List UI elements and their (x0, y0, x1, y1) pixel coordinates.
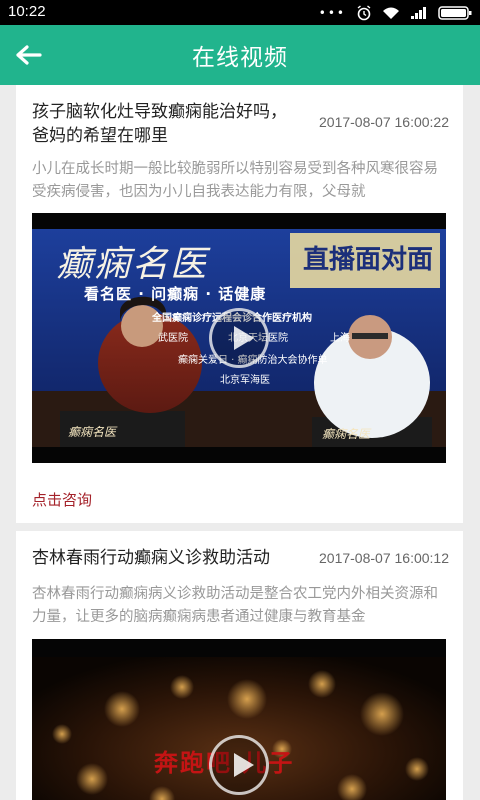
video-player[interactable]: 癫痫名医 直播面对面 看名医 · 问癫痫 · 话健康 全国癫痫诊疗远程会诊合作医… (32, 213, 446, 463)
video-title[interactable]: 杏林春雨行动癫痫义诊救助活动 (32, 546, 302, 570)
video-description: 杏林春雨行动癫痫病义诊救助活动是整合农工党内外相关资源和力量，让更多的脑病癫痫病… (32, 586, 438, 625)
signal-icon (411, 7, 426, 19)
status-bar: 10:22 ••• (0, 0, 480, 25)
video-description: 小儿在成长时期一般比较脆弱所以特别容易受到各种风寒很容易受疾病侵害，也因为小儿自… (32, 161, 438, 200)
thumbnail-badge: 直播面对面 (302, 245, 433, 275)
status-time: 10:22 (8, 3, 46, 20)
play-icon[interactable] (209, 735, 269, 795)
video-feed[interactable]: 孩子脑软化灶导致癫痫能治好吗，爸妈的希望在哪里 2017-08-07 16:00… (0, 85, 480, 800)
app-bar: 在线视频 (0, 25, 480, 85)
desk-sign-right: 癫痫名医 (322, 427, 371, 441)
consult-link[interactable]: 点击咨询 (32, 489, 92, 510)
page-title: 在线视频 (192, 45, 288, 71)
video-player[interactable]: 奔跑吧 儿子 (32, 639, 446, 800)
desk-sign-left: 癫痫名医 (68, 425, 117, 439)
alarm-icon (357, 5, 371, 21)
status-icons: ••• (319, 5, 472, 21)
video-date: 2017-08-07 16:00:22 (319, 114, 449, 130)
video-card[interactable]: 孩子脑软化灶导致癫痫能治好吗，爸妈的希望在哪里 2017-08-07 16:00… (16, 85, 463, 523)
notification-dots-icon: ••• (318, 6, 346, 20)
video-date: 2017-08-07 16:00:12 (319, 550, 449, 566)
thumbnail-footer-2: 北京军海医 (220, 375, 270, 386)
thumbnail-headline: 癫痫名医 (56, 244, 209, 285)
thumbnail-tagline: 看名医 · 问癫痫 · 话健康 (84, 285, 267, 303)
video-card[interactable]: 杏林春雨行动癫痫义诊救助活动 2017-08-07 16:00:12 杏林春雨行… (16, 531, 463, 800)
thumbnail-hospital-1: 武医院 (158, 333, 188, 344)
play-icon[interactable] (209, 308, 269, 368)
thumbnail-hospital-3: 上海 (330, 333, 350, 344)
wifi-icon (383, 7, 399, 19)
video-title[interactable]: 孩子脑软化灶导致癫痫能治好吗，爸妈的希望在哪里 (32, 100, 297, 148)
battery-icon (438, 6, 472, 20)
